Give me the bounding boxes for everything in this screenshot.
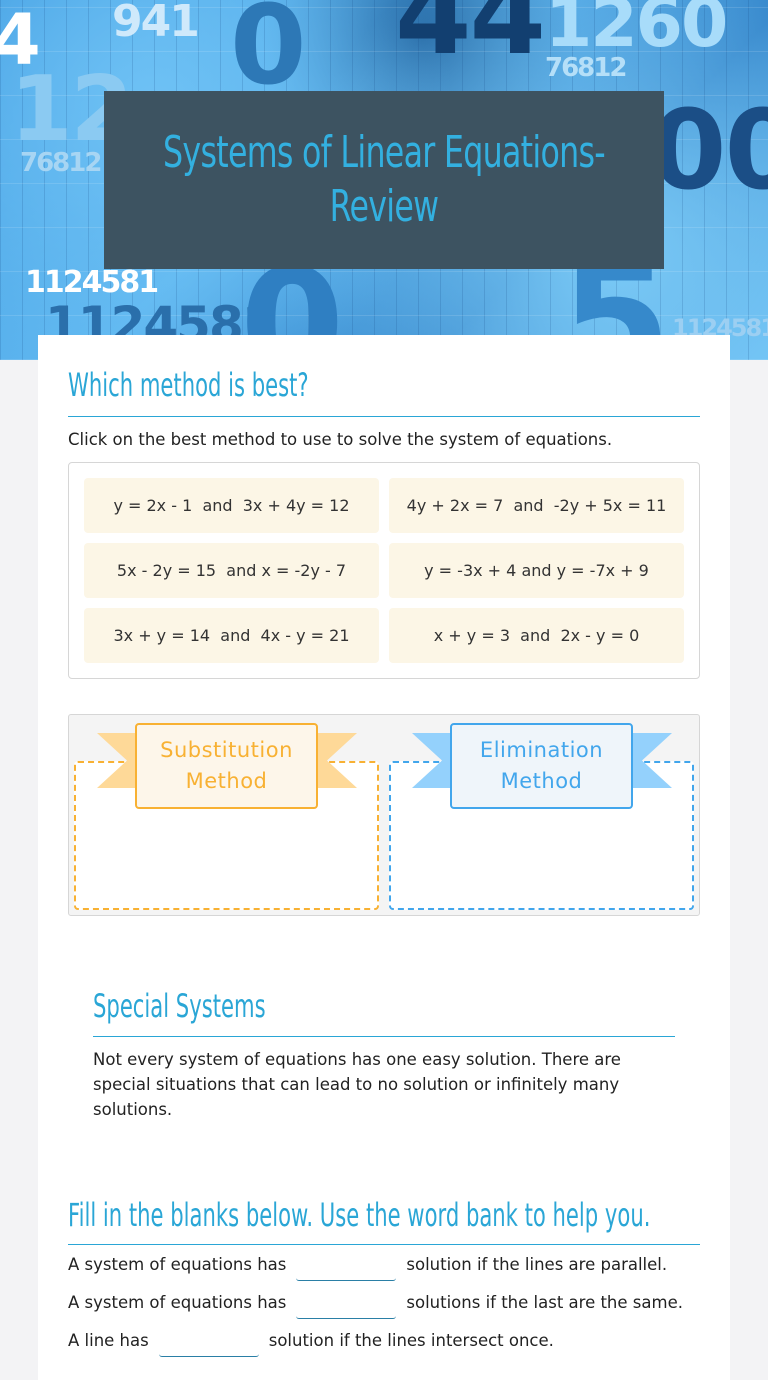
equation-choice[interactable]: y = 2x - 1 and 3x + 4y = 12 — [84, 478, 379, 533]
banner-number: 44 — [395, 0, 546, 79]
fill-blank-row: A system of equations has solution if th… — [68, 1255, 667, 1281]
fill-blank-row: A line has solution if the lines interse… — [68, 1331, 554, 1357]
section-divider — [93, 1036, 675, 1037]
blank-input[interactable] — [296, 1295, 397, 1319]
category-label-line2: Method — [500, 769, 583, 793]
blank-input[interactable] — [296, 1257, 397, 1281]
blank-suffix: solution if the lines are parallel. — [406, 1255, 668, 1274]
blank-prefix: A system of equations has — [68, 1255, 287, 1274]
category-label-line2: Method — [185, 769, 268, 793]
blank-prefix: A line has — [68, 1331, 149, 1350]
category-sort-area: Substitution Method Elimination Method — [68, 714, 700, 916]
substitution-category-label: Substitution Method — [135, 723, 318, 809]
section-title-blanks: Fill in the blanks below. Use the word b… — [68, 1196, 651, 1234]
banner-number: 1124581 — [25, 265, 159, 300]
method-instruction: Click on the best method to use to solve… — [68, 430, 613, 449]
elimination-category-label: Elimination Method — [450, 723, 633, 809]
equation-choice[interactable]: y = -3x + 4 and y = -7x + 9 — [389, 543, 684, 598]
blank-input[interactable] — [158, 1333, 259, 1357]
section-title-special: Special Systems — [93, 987, 266, 1025]
title-box: Systems of Linear Equations- Review — [104, 91, 664, 269]
page-title: Systems of Linear Equations- Review — [163, 127, 606, 232]
choice-bank: y = 2x - 1 and 3x + 4y = 12 4y + 2x = 7 … — [68, 462, 700, 679]
header-banner: 4 941 0 44 1260 76812 12 76812 00 112458… — [0, 0, 768, 360]
category-label-line1: Elimination — [479, 738, 604, 762]
banner-number: 76812 — [545, 53, 627, 83]
banner-number: 0 — [230, 0, 307, 109]
equation-choice[interactable]: 3x + y = 14 and 4x - y = 21 — [84, 608, 379, 663]
blank-suffix: solutions if the last are the same. — [406, 1293, 683, 1312]
category-label-line1: Substitution — [160, 738, 293, 762]
special-systems-text: Not every system of equations has one ea… — [93, 1050, 621, 1119]
blank-suffix: solution if the lines intersect once. — [268, 1331, 554, 1350]
banner-number: 76812 — [20, 148, 102, 178]
section-title-method: Which method is best? — [68, 366, 309, 404]
equation-choice[interactable]: 4y + 2x = 7 and -2y + 5x = 11 — [389, 478, 684, 533]
fill-blank-row: A system of equations has solutions if t… — [68, 1293, 683, 1319]
section-divider — [68, 1244, 700, 1245]
banner-number: 941 — [112, 0, 200, 47]
banner-number: 1260 — [545, 0, 728, 63]
equation-choice[interactable]: 5x - 2y = 15 and x = -2y - 7 — [84, 543, 379, 598]
worksheet-card: Which method is best? Click on the best … — [38, 335, 730, 1380]
section-divider — [68, 416, 700, 417]
banner-number: 00 — [650, 86, 768, 214]
blank-prefix: A system of equations has — [68, 1293, 287, 1312]
equation-choice[interactable]: x + y = 3 and 2x - y = 0 — [389, 608, 684, 663]
